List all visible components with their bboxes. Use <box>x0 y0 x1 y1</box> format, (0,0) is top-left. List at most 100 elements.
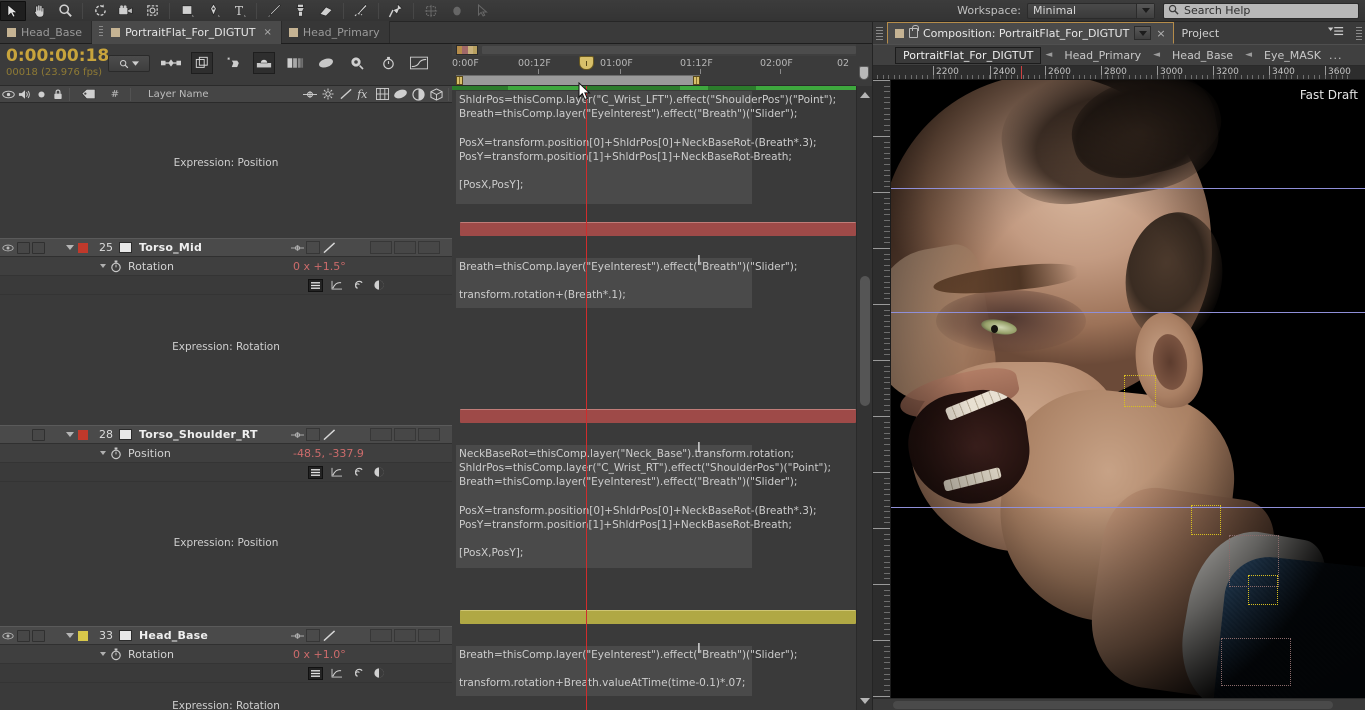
layer-name[interactable]: Torso_Shoulder_RT <box>139 428 258 441</box>
breadcrumb-item-head-primary[interactable]: Head_Primary <box>1056 48 1149 63</box>
puppet-selection-box[interactable] <box>1191 505 1221 535</box>
timeline-zoom-bar[interactable] <box>482 46 856 54</box>
panel-grip-icon[interactable] <box>876 26 883 40</box>
draft-quality-switch[interactable] <box>322 241 336 254</box>
stopwatch-icon[interactable] <box>110 260 122 272</box>
timeline-search-field[interactable] <box>108 55 150 72</box>
effects-fx-icon[interactable]: fx <box>355 86 373 103</box>
timeline-tab-head-primary[interactable]: Head_Primary <box>281 21 390 43</box>
breadcrumb-overflow[interactable]: ... <box>1329 49 1343 62</box>
collapse-transform-icon[interactable] <box>319 86 337 103</box>
motion-blur-switch-icon[interactable] <box>391 86 409 103</box>
shape-tool-icon[interactable] <box>174 1 200 21</box>
graph-editor-icon[interactable] <box>408 52 430 74</box>
composition-mini-flowchart-icon[interactable] <box>160 52 182 74</box>
layer-name-header[interactable]: Layer Name <box>134 86 284 103</box>
table-row[interactable]: 25 Torso_Mid <box>0 238 452 257</box>
layer-visibility-toggle[interactable] <box>0 632 15 640</box>
roto-brush-tool-icon[interactable] <box>348 1 374 21</box>
rotation-tool-icon[interactable] <box>87 1 113 21</box>
viewer-vertical-ruler[interactable] <box>873 80 891 710</box>
frame-blend-icon[interactable] <box>373 86 391 103</box>
tab-project[interactable]: Project <box>1174 22 1228 44</box>
property-value[interactable]: 0 x +1.0° <box>293 648 346 661</box>
lock-icon[interactable] <box>909 25 919 38</box>
layer-solo-toggle[interactable] <box>32 428 45 441</box>
layer-name[interactable]: Head_Base <box>139 629 208 642</box>
timeline-tab-head-base[interactable]: Head_Base <box>0 21 93 43</box>
work-area-end-handle[interactable] <box>693 76 700 85</box>
current-time-indicator[interactable] <box>586 86 587 710</box>
timeline-ruler[interactable]: 0:00F 00:12F 01:00F 01:12F 02:00F 02 <box>452 44 872 86</box>
search-help-field[interactable]: Search Help <box>1163 2 1359 19</box>
shy-switch[interactable] <box>290 428 304 441</box>
expression-text-head-base[interactable]: Breath=thisComp.layer("EyeInterest").eff… <box>456 646 797 696</box>
layer-audio-toggle[interactable] <box>17 629 30 642</box>
quality-switch[interactable] <box>306 629 320 642</box>
expression-language-menu-icon[interactable] <box>371 667 386 680</box>
current-time-display[interactable]: 0:00:00:18 <box>6 46 109 66</box>
pen-tool-icon[interactable] <box>200 1 226 21</box>
layer-audio-toggle[interactable] <box>17 241 30 254</box>
quality-icon[interactable] <box>337 86 355 103</box>
chevron-down-icon[interactable] <box>1136 3 1154 18</box>
shy-switch[interactable] <box>290 629 304 642</box>
expression-enable-icon[interactable] <box>308 278 323 292</box>
trkmat-cell[interactable] <box>394 629 416 642</box>
align-icon[interactable] <box>418 1 444 21</box>
property-row[interactable]: Rotation 0 x +1.5° <box>0 257 452 276</box>
mode-cell[interactable] <box>370 241 392 254</box>
property-value[interactable]: 0 x +1.5° <box>293 260 346 273</box>
puppet-selection-box[interactable] <box>1124 375 1156 407</box>
layer-visibility-toggle[interactable] <box>0 244 15 252</box>
guide-line[interactable] <box>891 507 1365 508</box>
stopwatch-icon[interactable] <box>110 648 122 660</box>
expression-enable-icon[interactable] <box>308 465 323 479</box>
panel-grip-right-icon[interactable] <box>1356 27 1362 40</box>
breadcrumb-item-head-base[interactable]: Head_Base <box>1164 48 1241 63</box>
table-row[interactable]: 33 Head_Base <box>0 626 452 645</box>
mode-cell[interactable] <box>370 428 392 441</box>
draft-quality-switch[interactable] <box>322 629 336 642</box>
adjustment-layer-icon[interactable] <box>409 86 427 103</box>
motion-blur-icon[interactable] <box>284 52 306 74</box>
quality-switch[interactable] <box>306 241 320 254</box>
parent-cell[interactable] <box>418 629 440 642</box>
shy-switch[interactable] <box>290 241 304 254</box>
draft-quality-switch[interactable] <box>322 428 336 441</box>
draft-3d-icon[interactable] <box>191 52 213 74</box>
motion-sketch-icon[interactable] <box>377 52 399 74</box>
label-color-icon[interactable] <box>73 86 103 103</box>
mask-bounds-box[interactable] <box>1229 535 1279 587</box>
expression-graph-icon[interactable] <box>329 667 344 680</box>
viewer-horizontal-scrollbar[interactable] <box>893 701 1333 709</box>
timeline-vertical-scrollbar[interactable] <box>856 86 872 710</box>
layer-name[interactable]: Torso_Mid <box>139 241 202 254</box>
layer-expand-triangle-icon[interactable] <box>66 432 74 437</box>
composition-viewer[interactable]: Fast Draft <box>891 80 1365 698</box>
zoom-tool-icon[interactable] <box>52 1 78 21</box>
panel-menu-button[interactable] <box>1328 26 1344 37</box>
scroll-up-arrow-icon[interactable] <box>860 92 870 98</box>
mode-cell[interactable] <box>370 629 392 642</box>
expression-enable-icon[interactable] <box>308 666 323 680</box>
quality-switch[interactable] <box>306 428 320 441</box>
expression-graph-icon[interactable] <box>329 279 344 292</box>
comp-end-handle[interactable] <box>859 66 869 80</box>
puppet-pin-tool-icon[interactable] <box>383 1 409 21</box>
close-icon[interactable]: × <box>263 27 271 38</box>
enable-frame-blending-icon[interactable] <box>253 52 275 74</box>
parent-cell[interactable] <box>418 241 440 254</box>
selection-tool-icon[interactable] <box>0 0 26 21</box>
brainstorm-icon[interactable] <box>315 52 337 74</box>
layer-solo-toggle[interactable] <box>32 241 45 254</box>
layer-expand-triangle-icon[interactable] <box>66 245 74 250</box>
eraser-tool-icon[interactable] <box>313 1 339 21</box>
solo-icon[interactable] <box>34 86 49 103</box>
layer-expand-triangle-icon[interactable] <box>66 633 74 638</box>
viewer-horizontal-ruler[interactable]: 2200 2400 2600 2800 3000 3200 3400 3600 <box>873 66 1365 80</box>
pointer-alt-icon[interactable] <box>470 1 496 21</box>
expression-pickwhip-icon[interactable] <box>350 279 365 292</box>
lock-icon[interactable] <box>49 86 66 103</box>
layer-duration-bar[interactable] <box>460 610 856 624</box>
